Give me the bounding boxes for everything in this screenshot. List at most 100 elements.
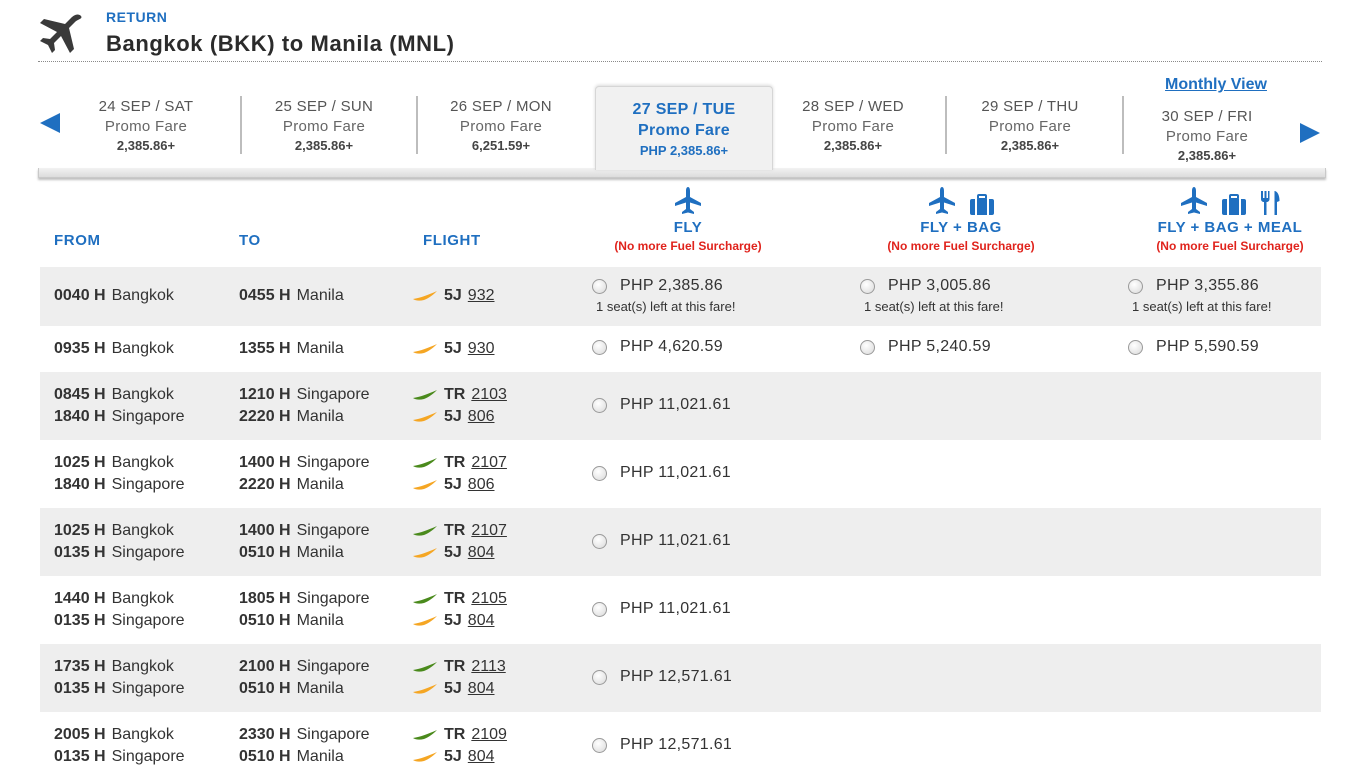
flight-number: 5J 804	[412, 680, 495, 698]
arrival-city: Manila	[296, 476, 344, 493]
fare-radio[interactable]	[1128, 339, 1143, 355]
flight-number-link[interactable]: 804	[468, 748, 495, 766]
date-tab-25-sep[interactable]: 25 SEP / SUN Promo Fare 2,385.86+	[254, 98, 394, 153]
departure: 0845 H Bangkok	[54, 386, 174, 404]
flight-number-link[interactable]: 932	[468, 287, 495, 305]
arrival-city: Manila	[296, 408, 344, 425]
fare-price: PHP 11,021.61	[620, 464, 731, 481]
departure-city: Singapore	[111, 680, 185, 697]
fare-option-fly: PHP 11,021.61	[592, 464, 731, 482]
airplane-icon	[1181, 187, 1207, 214]
departure: 1025 H Bangkok	[54, 454, 174, 472]
flight-number-link[interactable]: 804	[468, 544, 495, 562]
fare-label: Promo Fare	[638, 122, 730, 139]
date-tab-26-sep[interactable]: 26 SEP / MON Promo Fare 6,251.59+	[431, 98, 571, 153]
airline-code: 5J	[444, 287, 462, 304]
departure-time: 0040 H	[54, 287, 106, 304]
tigerair-logo-icon	[413, 662, 437, 672]
flight-row: 1025 H Bangkok 1840 H Singapore 1400 H Sing…	[40, 440, 1321, 508]
fare-radio[interactable]	[592, 601, 607, 617]
flight-number-link[interactable]: 930	[468, 340, 495, 358]
fare-radio[interactable]	[1128, 278, 1143, 294]
fare-option-fly-bag-meal: PHP 5,590.59	[1128, 338, 1259, 356]
airline-code: TR	[444, 590, 466, 607]
departure-city: Singapore	[111, 476, 185, 493]
departure-time: 1840 H	[54, 408, 106, 425]
fare-option-fly-bag-meal: PHP 3,355.86 1 seat(s) left at this fare…	[1128, 277, 1271, 314]
arrival-city: Manila	[296, 612, 344, 629]
flight-number-link[interactable]: 806	[468, 476, 495, 494]
arrival-time: 2330 H	[239, 726, 291, 743]
flight-number-link[interactable]: 806	[468, 408, 495, 426]
airline-code: TR	[444, 454, 466, 471]
route-title: Bangkok (BKK) to Manila (MNL)	[106, 31, 455, 56]
fare-radio[interactable]	[860, 278, 875, 294]
departure-time: 1440 H	[54, 590, 106, 607]
flight-number-link[interactable]: 2109	[471, 726, 507, 744]
departure-city: Bangkok	[111, 522, 174, 539]
arrival-time: 0510 H	[239, 680, 291, 697]
meal-icon	[1261, 191, 1280, 215]
fare-price: 2,385.86+	[823, 138, 883, 153]
arrival-city: Singapore	[296, 386, 370, 403]
fare-radio[interactable]	[592, 397, 607, 413]
arrival-time: 1400 H	[239, 522, 291, 539]
date-tab-24-sep[interactable]: 24 SEP / SAT Promo Fare 2,385.86+	[76, 98, 216, 153]
flight-number-link[interactable]: 804	[468, 680, 495, 698]
tigerair-logo-icon	[413, 730, 437, 740]
fare-option-fly: PHP 12,571.61	[592, 668, 732, 686]
airline-code: TR	[444, 726, 466, 743]
flight-number-link[interactable]: 2105	[471, 590, 507, 608]
airline-code: TR	[444, 658, 466, 675]
flight-number: 5J 806	[412, 476, 495, 494]
date-label: 29 SEP / THU	[981, 98, 1079, 115]
arrival-city: Singapore	[296, 522, 370, 539]
fare-type-title: FLY + BAG	[920, 219, 1002, 236]
fare-price: PHP 5,590.59	[1156, 338, 1259, 355]
fare-radio[interactable]	[592, 737, 607, 753]
fare-radio[interactable]	[860, 339, 875, 355]
flight-number-link[interactable]: 2103	[471, 386, 507, 404]
date-tab-29-sep[interactable]: 29 SEP / THU Promo Fare 2,385.86+	[960, 98, 1100, 153]
departure: 1840 H Singapore	[54, 408, 185, 426]
luggage-icon	[1222, 194, 1246, 215]
date-selector: Monthly View 24 SEP / SAT Promo Fare 2,3…	[38, 76, 1328, 184]
fare-radio[interactable]	[592, 669, 607, 685]
fare-label: Promo Fare	[104, 118, 188, 135]
fare-price: PHP 2,385.86	[620, 277, 723, 294]
next-dates-arrow-icon[interactable]	[1300, 123, 1320, 143]
airline-code: TR	[444, 386, 466, 403]
departure-time: 1025 H	[54, 522, 106, 539]
fare-option-fly: PHP 11,021.61	[592, 532, 731, 550]
column-header-flight: FLIGHT	[423, 232, 481, 249]
fare-price: 2,385.86+	[116, 138, 176, 153]
arrival: 0510 H Manila	[239, 748, 344, 766]
fare-radio[interactable]	[592, 465, 607, 481]
fare-price: PHP 11,021.61	[620, 600, 731, 617]
fare-radio[interactable]	[592, 278, 607, 294]
fare-radio[interactable]	[592, 533, 607, 549]
previous-dates-arrow-icon[interactable]	[40, 113, 60, 133]
flight-number-link[interactable]: 2107	[471, 454, 507, 472]
fare-label: Promo Fare	[1165, 128, 1249, 145]
cebu-pacific-logo-icon	[413, 291, 437, 301]
fare-type-title: FLY + BAG + MEAL	[1157, 219, 1303, 236]
flight-number: 5J 804	[412, 544, 495, 562]
arrival: 1210 H Singapore	[239, 386, 370, 404]
arrival-time: 1355 H	[239, 340, 291, 357]
departure-city: Bangkok	[111, 386, 174, 403]
departure-time: 0135 H	[54, 680, 106, 697]
date-label: 30 SEP / FRI	[1161, 108, 1253, 125]
date-tab-30-sep[interactable]: 30 SEP / FRI Promo Fare 2,385.86+	[1137, 108, 1277, 163]
fare-option-fly: PHP 12,571.61	[592, 736, 732, 754]
fare-radio[interactable]	[592, 339, 607, 355]
flight-number-link[interactable]: 804	[468, 612, 495, 630]
flight-number-link[interactable]: 2113	[471, 658, 505, 676]
flight-number-link[interactable]: 2107	[471, 522, 507, 540]
date-tab-28-sep[interactable]: 28 SEP / WED Promo Fare 2,385.86+	[783, 98, 923, 153]
departure-city: Bangkok	[111, 726, 174, 743]
flight-number: 5J 930	[412, 340, 495, 358]
date-tab-27-sep-selected[interactable]: 27 SEP / TUE Promo Fare PHP 2,385.86+	[595, 86, 773, 170]
monthly-view-link[interactable]: Monthly View	[1156, 76, 1276, 94]
luggage-icon	[970, 194, 994, 215]
